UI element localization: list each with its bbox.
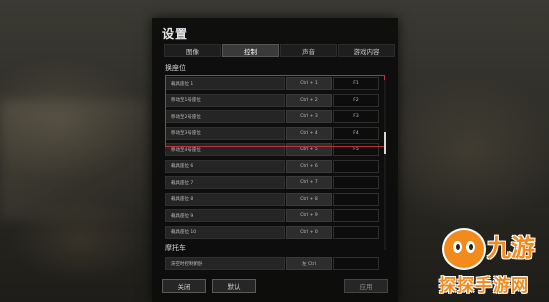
action-label: 载具座位 10 bbox=[165, 225, 285, 239]
primary-key-slot[interactable]: Ctrl + 9 bbox=[286, 209, 332, 223]
keybinding-row: 载具座位 6 Ctrl + 6 bbox=[165, 159, 397, 175]
action-label: 载具座位 7 bbox=[165, 176, 285, 190]
action-label: 移动至4号座位 bbox=[165, 143, 285, 157]
apply-button[interactable]: 应用 bbox=[344, 279, 388, 293]
settings-panel: 设置 图像 控制 声音 游戏内容 换座位 载具座位 1 Ctrl + 1 F1 … bbox=[152, 18, 398, 302]
keybinding-row: 载具座位 7 Ctrl + 7 bbox=[165, 175, 397, 191]
keybinding-row: 载具座位 10 Ctrl + 0 bbox=[165, 225, 397, 241]
section-motorcycle-heading: 摩托车 bbox=[165, 244, 186, 252]
close-button[interactable]: 关闭 bbox=[162, 279, 206, 293]
action-label: 载具座位 6 bbox=[165, 159, 285, 173]
tab-graphics[interactable]: 图像 bbox=[164, 44, 221, 57]
primary-key-slot[interactable]: Ctrl + 3 bbox=[286, 110, 332, 124]
default-button[interactable]: 默认 bbox=[212, 279, 256, 293]
secondary-key-slot[interactable]: F4 bbox=[333, 126, 379, 140]
tab-gameplay[interactable]: 游戏内容 bbox=[338, 44, 395, 57]
keybinding-row: 滞空时控制俯卧 左 Ctrl bbox=[165, 256, 397, 272]
section-seats-heading: 换座位 bbox=[165, 64, 186, 72]
keybinding-row: 移动至2号座位 Ctrl + 3 F3 bbox=[165, 109, 397, 125]
secondary-key-slot[interactable] bbox=[333, 176, 379, 190]
primary-key-slot[interactable]: Ctrl + 4 bbox=[286, 126, 332, 140]
action-label: 载具座位 1 bbox=[165, 77, 285, 91]
settings-title: 设置 bbox=[162, 27, 189, 41]
mascot-icon bbox=[442, 228, 486, 270]
primary-key-slot[interactable]: Ctrl + 5 bbox=[286, 143, 332, 157]
primary-key-slot[interactable]: Ctrl + 1 bbox=[286, 77, 332, 91]
watermark-site: 探探手游网 bbox=[439, 276, 529, 296]
watermark-logo: 九游 探探手游网 bbox=[437, 226, 547, 302]
keybinding-row: 载具座位 1 Ctrl + 1 F1 bbox=[165, 76, 397, 92]
keybinding-list: 载具座位 1 Ctrl + 1 F1 移动至1号座位 Ctrl + 2 F2 移… bbox=[165, 76, 397, 273]
action-label: 移动至1号座位 bbox=[165, 93, 285, 107]
scrollbar-thumb[interactable] bbox=[384, 132, 386, 154]
secondary-key-slot[interactable]: F3 bbox=[333, 110, 379, 124]
secondary-key-slot[interactable] bbox=[333, 159, 379, 173]
settings-tabs: 图像 控制 声音 游戏内容 bbox=[164, 44, 395, 57]
primary-key-slot[interactable]: Ctrl + 0 bbox=[286, 225, 332, 239]
primary-key-slot[interactable]: Ctrl + 2 bbox=[286, 93, 332, 107]
keybinding-row: 移动至3号座位 Ctrl + 4 F4 bbox=[165, 126, 397, 142]
action-label: 载具座位 9 bbox=[165, 209, 285, 223]
keybinding-row: 载具座位 8 Ctrl + 8 bbox=[165, 192, 397, 208]
watermark-brand: 九游 bbox=[487, 234, 535, 262]
secondary-key-slot[interactable]: F5 bbox=[333, 143, 379, 157]
primary-key-slot[interactable]: Ctrl + 8 bbox=[286, 192, 332, 206]
background-scenery bbox=[0, 100, 150, 220]
secondary-key-slot[interactable]: F1 bbox=[333, 77, 379, 91]
secondary-key-slot[interactable] bbox=[333, 225, 379, 239]
action-label: 移动至2号座位 bbox=[165, 110, 285, 124]
primary-key-slot[interactable]: 左 Ctrl bbox=[286, 257, 332, 271]
tab-controls[interactable]: 控制 bbox=[222, 44, 279, 57]
mascot-eye bbox=[466, 241, 475, 253]
primary-key-slot[interactable]: Ctrl + 6 bbox=[286, 159, 332, 173]
secondary-key-slot[interactable]: F2 bbox=[333, 93, 379, 107]
keybinding-row: 移动至1号座位 Ctrl + 2 F2 bbox=[165, 93, 397, 109]
primary-key-slot[interactable]: Ctrl + 7 bbox=[286, 176, 332, 190]
keybinding-row: 载具座位 9 Ctrl + 9 bbox=[165, 208, 397, 224]
secondary-key-slot[interactable] bbox=[333, 192, 379, 206]
keybinding-row: 移动至4号座位 Ctrl + 5 F5 bbox=[165, 142, 397, 158]
tab-audio[interactable]: 声音 bbox=[280, 44, 337, 57]
mascot-eye bbox=[453, 241, 462, 253]
action-label: 移动至3号座位 bbox=[165, 126, 285, 140]
scrollbar[interactable] bbox=[384, 80, 386, 250]
secondary-key-slot[interactable] bbox=[333, 209, 379, 223]
action-label: 滞空时控制俯卧 bbox=[165, 257, 285, 271]
secondary-key-slot[interactable] bbox=[333, 257, 379, 271]
action-label: 载具座位 8 bbox=[165, 192, 285, 206]
